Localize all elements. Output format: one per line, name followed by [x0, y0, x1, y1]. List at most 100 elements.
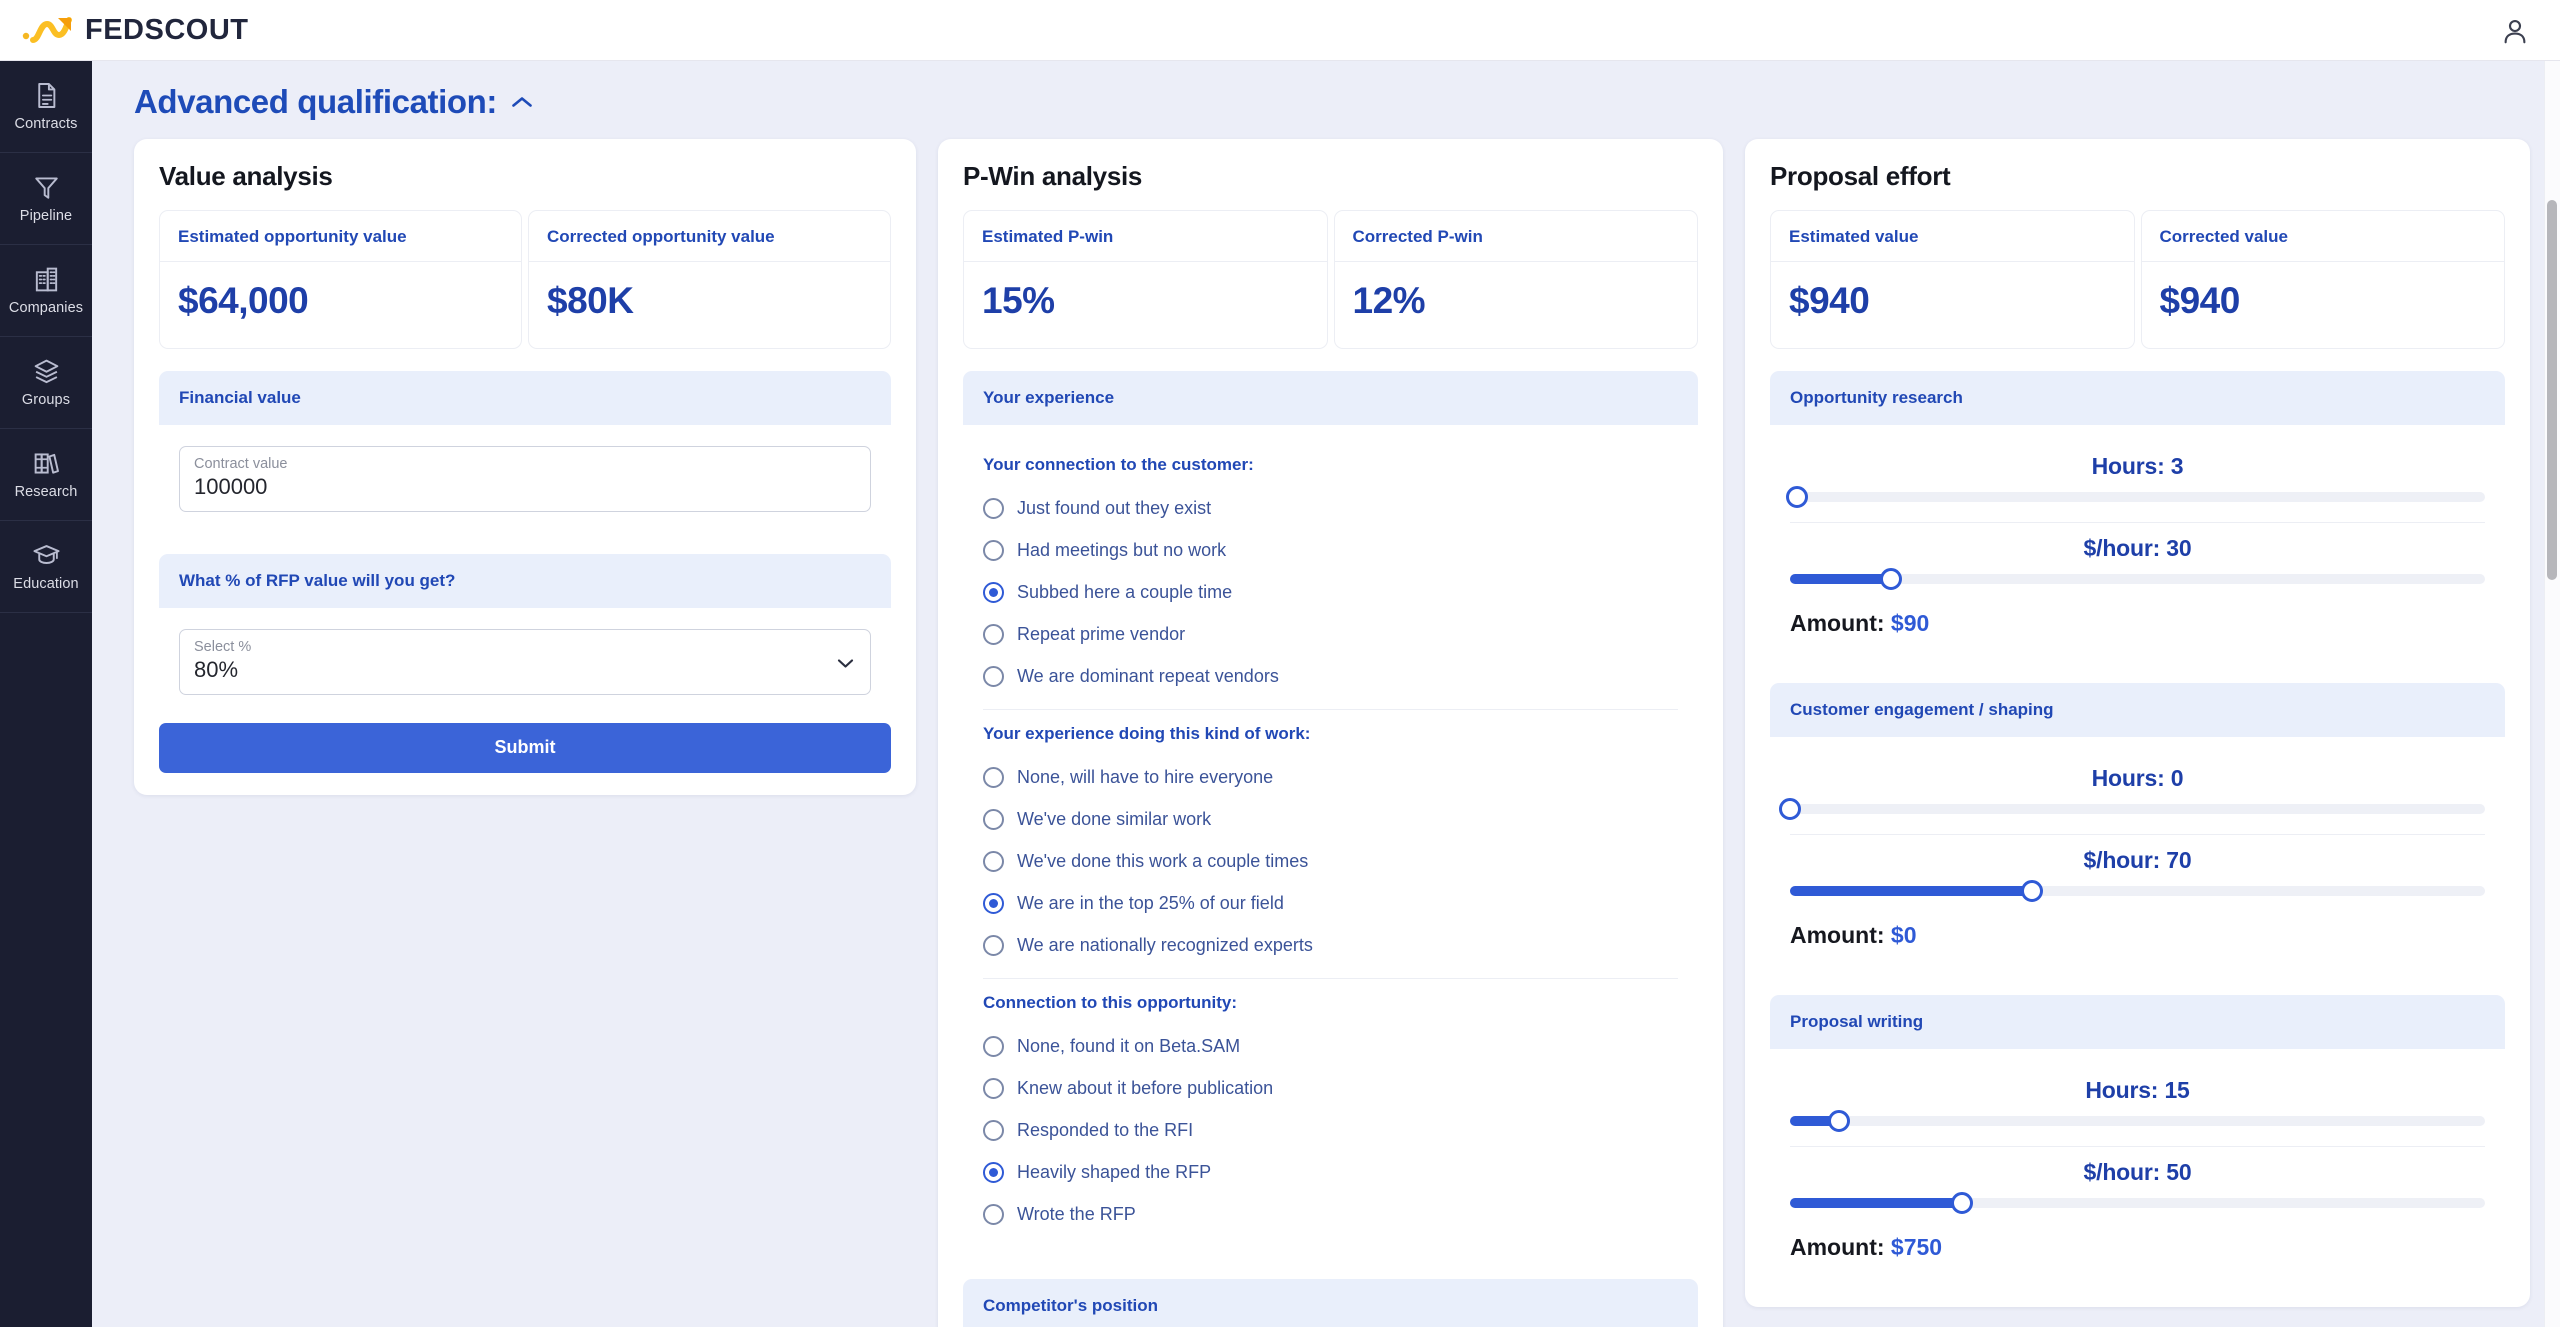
radio-indicator-selected[interactable] — [983, 581, 1004, 603]
sidebar-item-groups[interactable]: Groups — [0, 337, 92, 429]
rfp-percent-value: 80% — [194, 657, 239, 682]
radio-option[interactable]: Knew about it before publication — [983, 1067, 1678, 1109]
building-icon — [35, 267, 57, 292]
sidebar-item-label: Companies — [8, 300, 84, 316]
radio-option[interactable]: Subbed here a couple time — [983, 571, 1678, 613]
sidebar-item-pipeline[interactable]: Pipeline — [0, 153, 92, 245]
rate-slider-track[interactable] — [1790, 880, 2485, 902]
radio-option[interactable]: We are nationally recognized experts — [983, 924, 1678, 966]
sidebar-item-companies[interactable]: Companies — [0, 245, 92, 337]
radio-option-label: Repeat prime vendor — [1017, 623, 1186, 644]
radio-option[interactable]: Heavily shaped the RFP — [983, 1151, 1678, 1193]
kpi-body: $64,000 — [160, 262, 521, 348]
radio-indicator[interactable] — [983, 808, 1004, 830]
radio-indicator[interactable] — [983, 766, 1004, 788]
rate-slider-label: $/hour: 50 — [2083, 1159, 2192, 1185]
sidebar-item-contracts[interactable]: Contracts — [0, 61, 92, 153]
user-account-icon[interactable] — [2500, 16, 2530, 46]
hours-slider-knob[interactable] — [1785, 486, 1808, 508]
hours-slider-track[interactable] — [1790, 1110, 2485, 1132]
rate-slider-track[interactable] — [1790, 568, 2485, 590]
rate-slider-knob[interactable] — [1951, 1192, 1974, 1214]
kpi-body: 12% — [1335, 262, 1698, 348]
chevron-down-icon[interactable] — [837, 658, 854, 669]
analysis-cards-row: Value analysis Estimated opportunity val… — [134, 139, 2560, 1327]
chevron-up-icon[interactable] — [511, 95, 533, 109]
main-content: Advanced qualification: Value analysis E… — [92, 61, 2560, 1327]
radio-option[interactable]: We are dominant repeat vendors — [983, 655, 1678, 697]
radio-option[interactable]: Responded to the RFI — [983, 1109, 1678, 1151]
effort-section-opportunity-research: Opportunity research Hours: 3 $/hour: 30 — [1770, 371, 2505, 661]
sidebar-item-research[interactable]: Research — [0, 429, 92, 521]
radio-indicator[interactable] — [983, 1077, 1004, 1099]
contract-value-text: 100000 — [194, 474, 268, 499]
kpi-label: Corrected opportunity value — [529, 211, 890, 262]
radio-indicator[interactable] — [983, 1119, 1004, 1141]
radio-group-title: Connection to this opportunity: — [983, 993, 1238, 1012]
page-title[interactable]: Advanced qualification: — [134, 83, 2560, 121]
rate-slider-knob[interactable] — [2020, 880, 2043, 902]
radio-option[interactable]: Repeat prime vendor — [983, 613, 1678, 655]
panel-body: Hours: 3 $/hour: 30 Amount: $90 — [1770, 425, 2505, 661]
radio-option[interactable]: Wrote the RFP — [983, 1193, 1678, 1235]
contract-value-label: Contract value — [194, 456, 288, 472]
radio-option-label: Heavily shaped the RFP — [1017, 1161, 1212, 1182]
brand-logo[interactable]: FEDSCOUT — [22, 14, 249, 47]
effort-kpi-row: Estimated value $940 Corrected value $94… — [1770, 210, 2505, 349]
kpi-estimated-opportunity-value: Estimated opportunity value $64,000 — [159, 210, 522, 349]
radio-indicator[interactable] — [983, 934, 1004, 956]
radio-option[interactable]: None, will have to hire everyone — [983, 756, 1678, 798]
rate-slider-fill — [1790, 886, 2032, 896]
top-bar: FEDSCOUT — [0, 0, 2560, 61]
radio-option[interactable]: We are in the top 25% of our field — [983, 882, 1678, 924]
vertical-scrollbar[interactable] — [2547, 200, 2557, 580]
amount-value: $0 — [1890, 922, 1917, 948]
hours-slider-track[interactable] — [1785, 486, 2485, 508]
radio-option[interactable]: We've done similar work — [983, 798, 1678, 840]
rfp-percent-select[interactable]: Select % 80% — [179, 629, 871, 695]
radio-option[interactable]: Just found out they exist — [983, 487, 1678, 529]
amount-label: Amount: — [1790, 1234, 1891, 1260]
radio-option[interactable]: Had meetings but no work — [983, 529, 1678, 571]
rfp-percent-panel: What % of RFP value will you get? Select… — [159, 554, 891, 715]
rate-slider-track[interactable] — [1790, 1192, 2485, 1214]
value-analysis-card: Value analysis Estimated opportunity val… — [134, 139, 916, 795]
radio-option[interactable]: We've done this work a couple times — [983, 840, 1678, 882]
radio-indicator[interactable] — [983, 623, 1004, 645]
amount-row: Amount: $0 — [1790, 916, 2485, 963]
radio-option[interactable]: None, found it on Beta.SAM — [983, 1025, 1678, 1067]
radio-group-title: Your connection to the customer: — [983, 455, 1254, 474]
radio-indicator[interactable] — [983, 665, 1004, 687]
submit-button[interactable]: Submit — [159, 723, 891, 773]
radio-option-label: We are nationally recognized experts — [1017, 934, 1313, 955]
radio-indicator[interactable] — [983, 1203, 1004, 1225]
page-title-text: Advanced qualification: — [134, 83, 498, 120]
contract-value-input[interactable]: Contract value 100000 — [179, 446, 871, 512]
kpi-corrected-opportunity-value: Corrected opportunity value $80K — [528, 210, 891, 349]
radio-indicator-selected[interactable] — [983, 1161, 1004, 1183]
hours-slider-knob[interactable] — [1827, 1110, 1850, 1132]
radio-indicator-selected[interactable] — [983, 892, 1004, 914]
sidebar-item-education[interactable]: Education — [0, 521, 92, 613]
kpi-label: Estimated opportunity value — [160, 211, 521, 262]
radio-indicator[interactable] — [983, 497, 1004, 519]
rate-slider-label: $/hour: 30 — [2083, 535, 2192, 561]
kpi-value: $64,000 — [178, 280, 309, 321]
radio-option-label: Subbed here a couple time — [1017, 581, 1233, 602]
hours-slider-track[interactable] — [1779, 798, 2485, 820]
radio-indicator[interactable] — [983, 1035, 1004, 1057]
kpi-value: 12% — [1352, 280, 1426, 321]
sidebar-item-label: Groups — [21, 392, 71, 408]
panel-header: Financial value — [159, 371, 891, 425]
effort-section-proposal-writing: Proposal writing Hours: 15 $/hour: 50 Am… — [1770, 995, 2505, 1285]
sidebar-item-label: Education — [13, 576, 79, 592]
rate-slider-knob[interactable] — [1879, 568, 1902, 590]
kpi-body: $80K — [529, 262, 890, 348]
amount-value: $750 — [1890, 1234, 1943, 1260]
radio-indicator[interactable] — [983, 539, 1004, 561]
hours-slider-label: Hours: 3 — [2091, 453, 2184, 479]
radio-indicator[interactable] — [983, 850, 1004, 872]
kpi-value: 15% — [982, 280, 1055, 321]
hours-slider-knob[interactable] — [1779, 798, 1801, 820]
kpi-estimated-value: Estimated value $940 — [1770, 210, 2135, 349]
